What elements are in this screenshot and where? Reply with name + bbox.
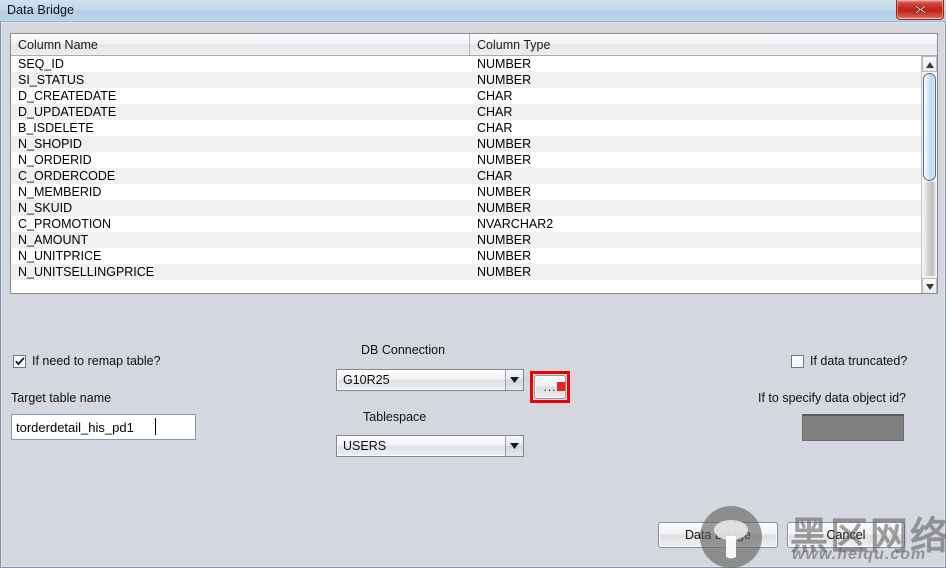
db-connection-value: G10R25 xyxy=(343,373,390,387)
checkbox-box xyxy=(13,354,26,368)
table-row[interactable]: C_PROMOTION NVARCHAR2 xyxy=(11,216,922,232)
cell-column-type: NUMBER xyxy=(477,73,532,87)
triangle-up-icon xyxy=(925,57,934,71)
cell-column-name: N_UNITSELLINGPRICE xyxy=(18,265,155,279)
table-row[interactable]: N_UNITSELLINGPRICE NUMBER xyxy=(11,264,922,280)
checkmark-icon xyxy=(14,356,25,365)
data-bridge-dialog: Data Bridge Column Name Column Type SEQ_… xyxy=(0,0,946,568)
column-header-name[interactable]: Column Name xyxy=(11,34,470,55)
cell-column-type: NUMBER xyxy=(477,233,532,247)
dialog-content: Column Name Column Type SEQ_ID NUMBER SI_S… xyxy=(0,21,946,568)
cell-column-type: NUMBER xyxy=(477,265,532,279)
chevron-down-icon[interactable] xyxy=(505,436,523,456)
scrollbar-thumb[interactable] xyxy=(923,73,936,181)
cell-column-name: N_SHOPID xyxy=(18,137,82,151)
table-row[interactable]: SI_STATUS NUMBER xyxy=(11,72,922,88)
table-row[interactable]: C_ORDERCODE CHAR xyxy=(11,168,922,184)
remap-table-label: If need to remap table? xyxy=(32,354,161,368)
table-row[interactable]: N_SKUID NUMBER xyxy=(11,200,922,216)
tablespace-label: Tablespace xyxy=(363,410,427,424)
db-connection-select[interactable]: G10R25 xyxy=(336,369,524,391)
cell-column-type: CHAR xyxy=(477,89,513,103)
table-row[interactable]: N_SHOPID NUMBER xyxy=(11,136,922,152)
cell-column-name: SI_STATUS xyxy=(18,73,85,87)
cell-column-name: D_UPDATEDATE xyxy=(18,105,117,119)
cell-column-type: CHAR xyxy=(477,105,513,119)
target-table-name-label: Target table name xyxy=(11,391,112,405)
column-header-type[interactable]: Column Type xyxy=(470,34,937,55)
cell-column-type: NUMBER xyxy=(477,137,532,151)
table-row[interactable]: N_AMOUNT NUMBER xyxy=(11,232,922,248)
table-row[interactable]: D_UPDATEDATE CHAR xyxy=(11,104,922,120)
data-truncated-checkbox[interactable]: If data truncated? xyxy=(791,354,907,368)
cell-column-type: NUMBER xyxy=(477,249,532,263)
table-row[interactable]: N_ORDERID NUMBER xyxy=(11,152,922,168)
tablespace-select[interactable]: USERS xyxy=(336,435,524,457)
table-row[interactable]: SEQ_ID NUMBER xyxy=(11,56,922,72)
table-row[interactable]: B_ISDELETE CHAR xyxy=(11,120,922,136)
text-cursor xyxy=(155,418,156,435)
chevron-down-icon[interactable] xyxy=(505,370,523,390)
remap-table-checkbox[interactable]: If need to remap table? xyxy=(13,354,161,368)
cell-column-type: NUMBER xyxy=(477,201,532,215)
cell-column-name: SEQ_ID xyxy=(18,57,64,71)
close-button[interactable] xyxy=(896,0,944,20)
cell-column-type: CHAR xyxy=(477,121,513,135)
cell-column-name: N_UNITPRICE xyxy=(18,249,102,263)
cell-column-type: CHAR xyxy=(477,169,513,183)
cell-column-name: C_PROMOTION xyxy=(18,217,112,231)
cell-column-name: N_AMOUNT xyxy=(18,233,89,247)
window-title: Data Bridge xyxy=(7,3,75,17)
close-x-icon xyxy=(914,4,927,15)
triangle-down-icon xyxy=(925,279,934,293)
table-row[interactable]: N_UNITPRICE NUMBER xyxy=(11,248,922,264)
columns-table: Column Name Column Type SEQ_ID NUMBER SI_S… xyxy=(10,33,938,294)
data-bridge-button[interactable]: Data Bridge xyxy=(658,522,778,548)
cell-column-name: C_ORDERCODE xyxy=(18,169,116,183)
scroll-up-button[interactable] xyxy=(922,56,937,72)
table-row[interactable]: D_CREATEDATE CHAR xyxy=(11,88,922,104)
cell-column-type: NUMBER xyxy=(477,185,532,199)
cell-column-name: D_CREATEDATE xyxy=(18,89,117,103)
window-titlebar: Data Bridge xyxy=(0,0,946,21)
cell-column-name: N_MEMBERID xyxy=(18,185,102,199)
data-object-id-label: If to specify data object id? xyxy=(758,391,907,405)
cell-column-name: N_ORDERID xyxy=(18,153,92,167)
tablespace-value: USERS xyxy=(343,439,387,453)
cell-column-name: B_ISDELETE xyxy=(18,121,94,135)
cell-column-type: NUMBER xyxy=(477,153,532,167)
table-body[interactable]: SEQ_ID NUMBER SI_STATUS NUMBER D_CREATEDATE C… xyxy=(11,56,922,293)
data-truncated-label: If data truncated? xyxy=(810,354,908,368)
cell-column-type: NVARCHAR2 xyxy=(477,217,554,231)
cell-column-type: NUMBER xyxy=(477,57,532,71)
target-table-name-input[interactable] xyxy=(11,414,196,440)
cancel-button[interactable]: Cancel xyxy=(787,522,905,548)
scrollbar-track[interactable] xyxy=(923,182,936,276)
table-vertical-scrollbar[interactable] xyxy=(921,56,937,293)
db-connection-label: DB Connection xyxy=(361,343,446,357)
table-row[interactable]: N_MEMBERID NUMBER xyxy=(11,184,922,200)
scroll-down-button[interactable] xyxy=(922,278,937,293)
data-object-id-input xyxy=(802,414,904,441)
checkbox-box xyxy=(791,354,804,368)
cell-column-name: N_SKUID xyxy=(18,201,73,215)
table-header-row: Column Name Column Type xyxy=(11,34,937,56)
mouse-cursor-marker xyxy=(557,382,565,391)
